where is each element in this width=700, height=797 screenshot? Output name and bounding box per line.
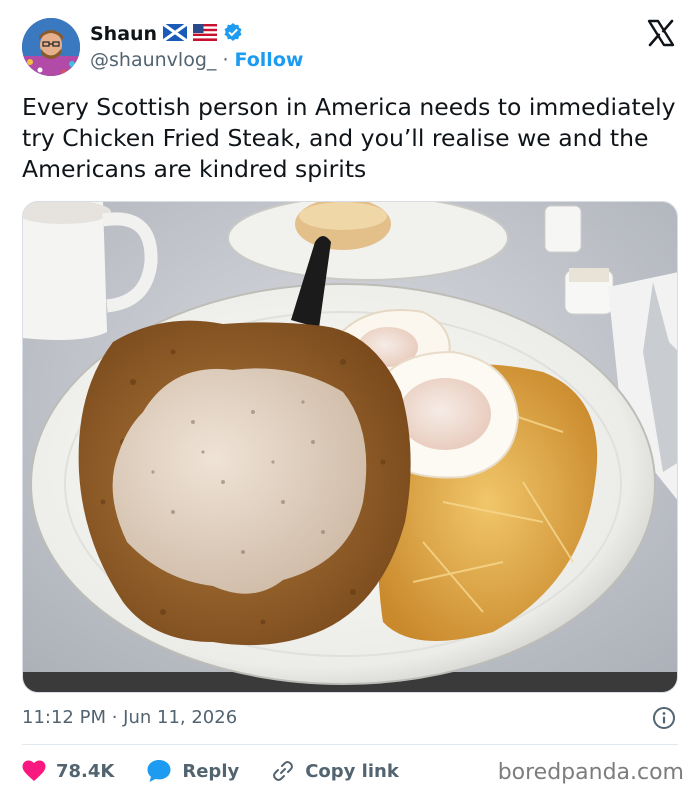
author-handle[interactable]: @shaunvlog_ [90, 49, 216, 71]
us-flag-icon [193, 23, 218, 45]
tweet-actions: 78.4K Reply Copy link [22, 756, 431, 786]
divider [22, 744, 678, 745]
tweet-text: Every Scottish person in America needs t… [22, 93, 676, 183]
tweet-photo[interactable] [22, 201, 678, 693]
avatar[interactable] [22, 18, 80, 76]
follow-button[interactable]: Follow [235, 49, 304, 71]
tweet-timestamp[interactable]: 11:12 PM · Jun 11, 2026 [22, 707, 237, 728]
link-icon [271, 759, 295, 783]
heart-icon [22, 760, 46, 782]
x-logo-icon[interactable] [646, 18, 676, 48]
author-handle-row: @shaunvlog_ · Follow [90, 49, 303, 71]
reply-bubble-icon [146, 759, 172, 783]
verified-badge-icon [223, 22, 243, 46]
scotland-flag-icon [162, 22, 188, 45]
avatar-image [22, 18, 80, 76]
watermark: boredpanda.com [497, 760, 684, 785]
reply-button[interactable]: Reply [146, 759, 239, 783]
author-name[interactable]: Shaun [90, 23, 157, 45]
copy-link-button[interactable]: Copy link [271, 759, 399, 783]
likes-count: 78.4K [56, 760, 115, 782]
reply-label: Reply [182, 760, 240, 782]
info-icon[interactable] [652, 706, 676, 730]
separator-dot: · [222, 49, 229, 71]
chicken-fried-steak-plate-photo [23, 202, 677, 692]
author-name-row: Shaun [90, 22, 243, 46]
like-button[interactable]: 78.4K [22, 760, 114, 782]
copy-link-label: Copy link [305, 760, 399, 782]
